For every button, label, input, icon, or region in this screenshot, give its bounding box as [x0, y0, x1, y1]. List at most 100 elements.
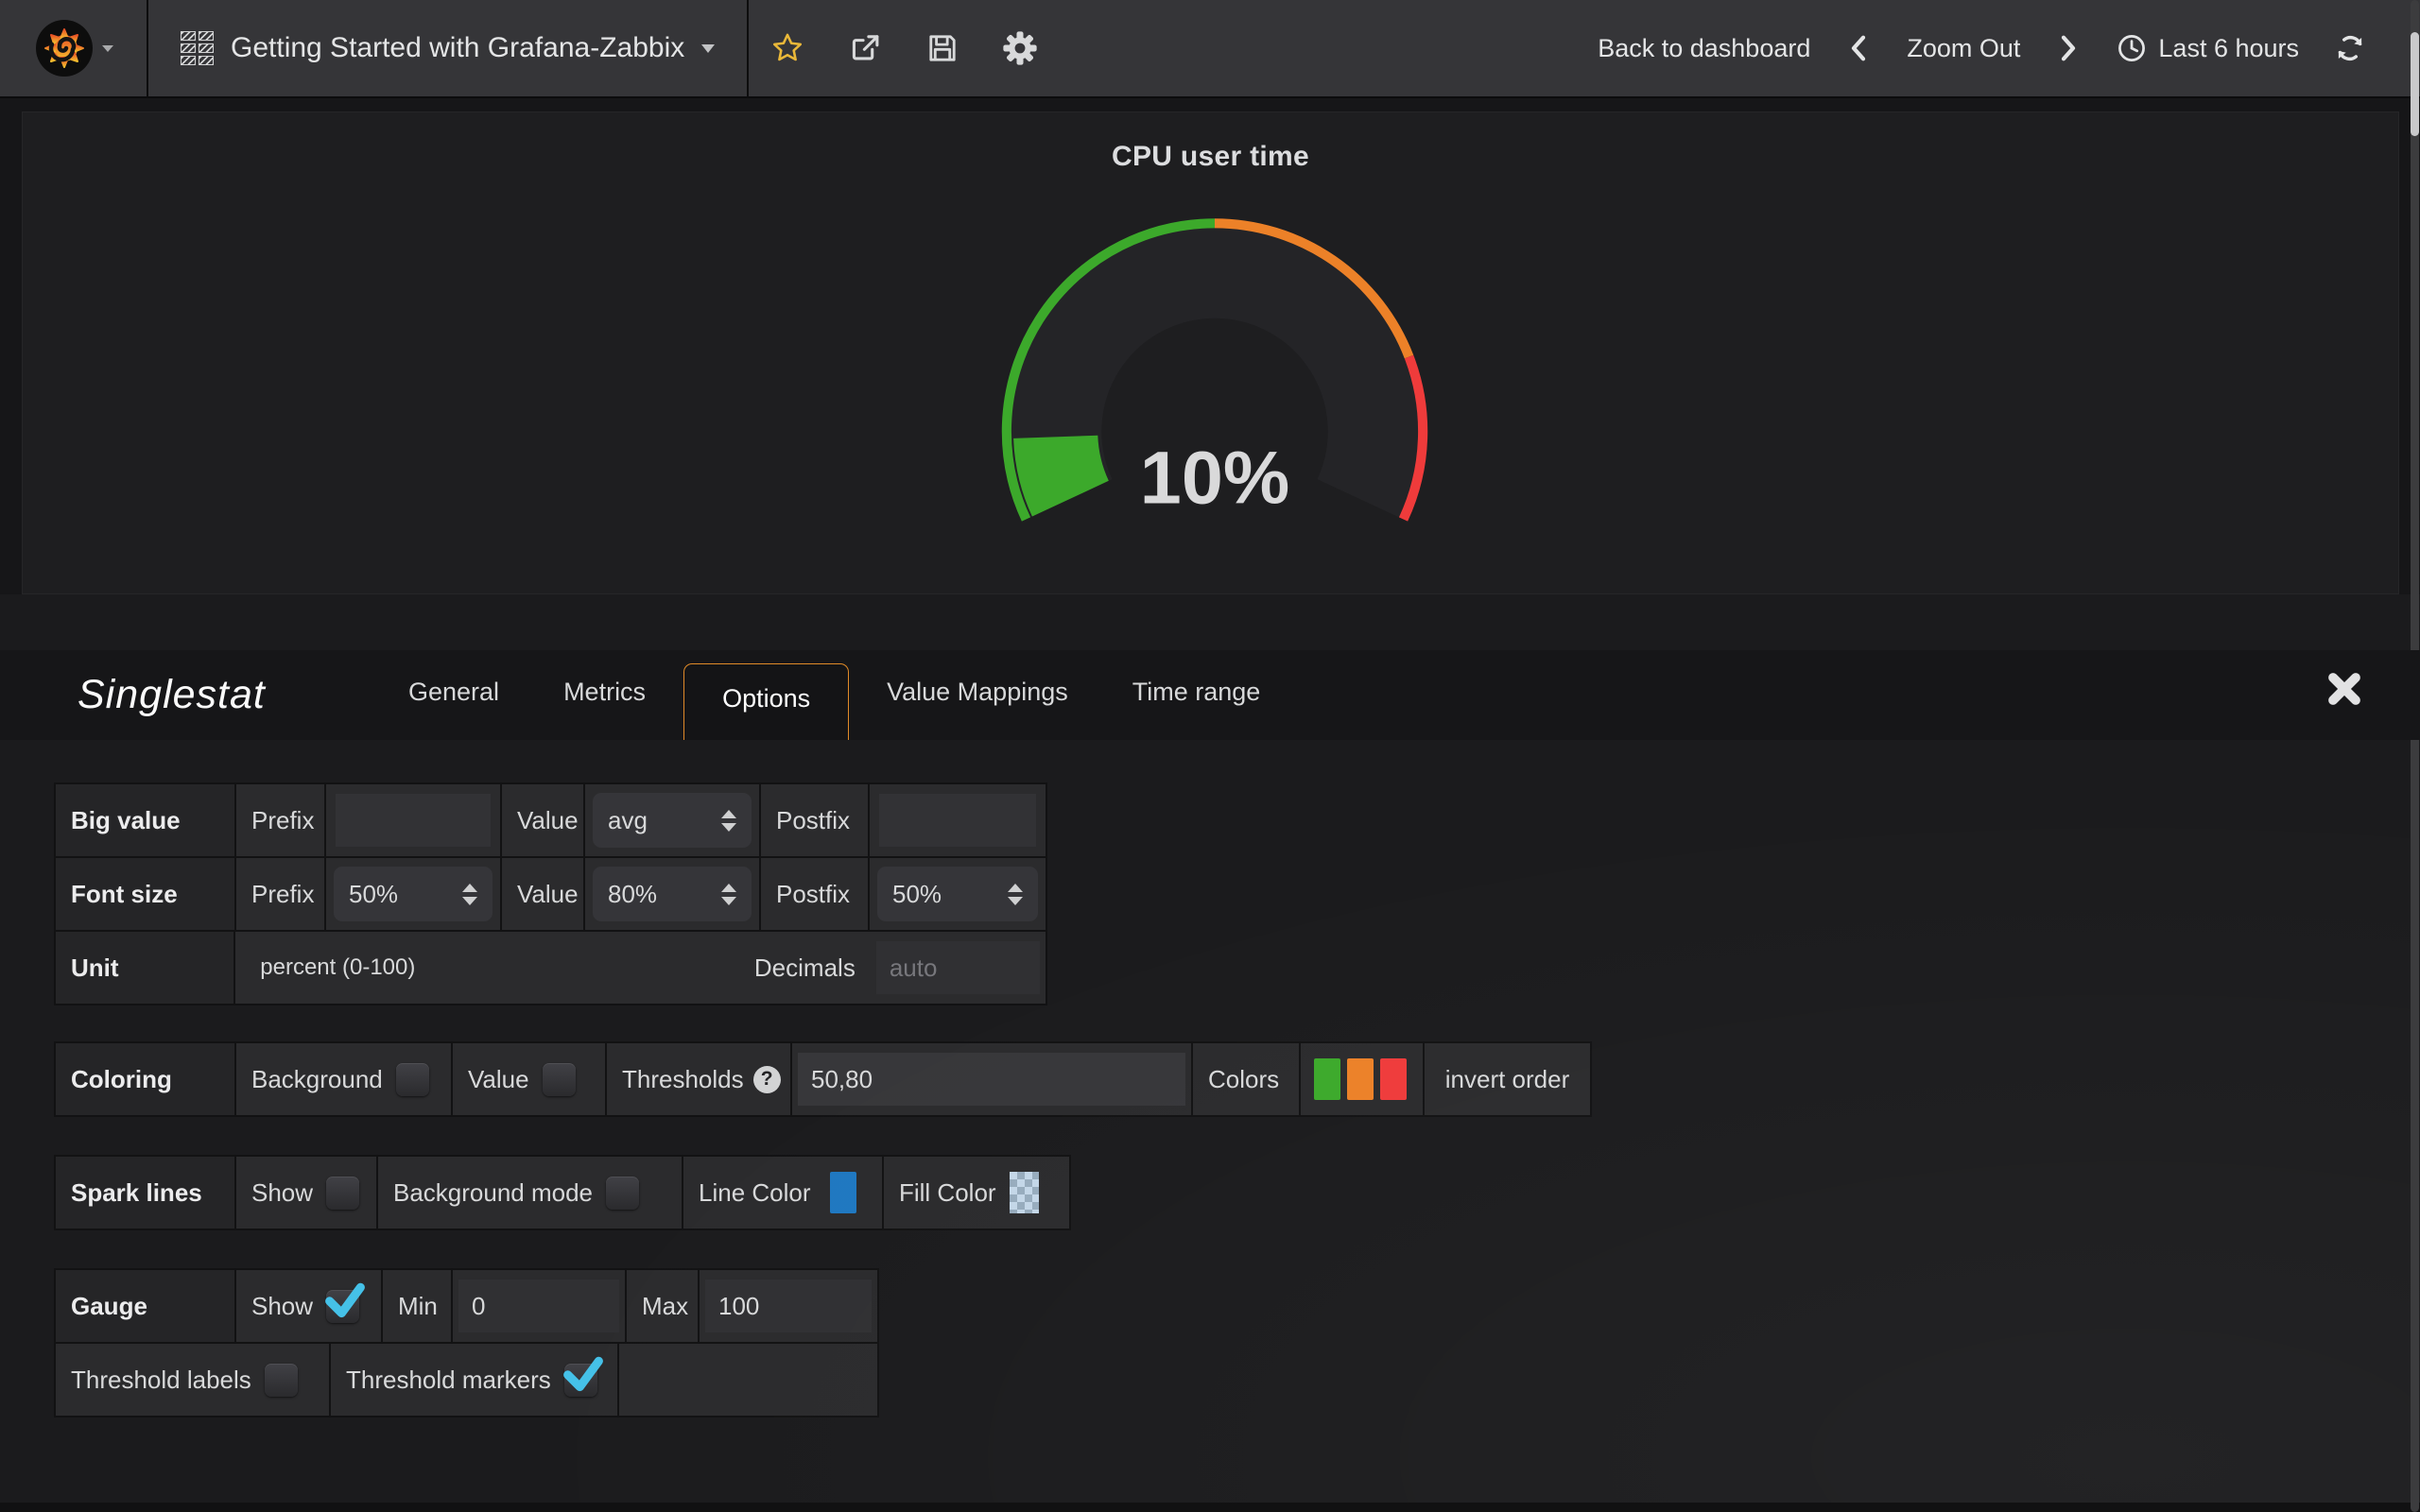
- time-picker-button[interactable]: Last 6 hours: [2105, 33, 2310, 63]
- check-icon: [324, 1280, 366, 1318]
- unit-picker-link[interactable]: percent (0-100): [260, 954, 415, 981]
- max-label: Max: [642, 1292, 688, 1321]
- refresh-button[interactable]: [2324, 33, 2377, 63]
- invert-order-link[interactable]: invert order: [1445, 1065, 1570, 1094]
- prefix-label: Prefix: [251, 806, 314, 835]
- prefix-fontsize-select[interactable]: 50%: [334, 867, 493, 921]
- tab-general[interactable]: General: [376, 650, 531, 740]
- big-value-row: Big value Prefix Value avg Postfix: [56, 784, 1046, 858]
- gauge-max-input[interactable]: [705, 1280, 872, 1332]
- settings-button[interactable]: [981, 0, 1059, 96]
- postfix-fontsize-select[interactable]: 50%: [877, 867, 1038, 921]
- font-size-row: Font size Prefix 50% Value 80% Postfix 5…: [56, 858, 1046, 932]
- fill-color-swatch[interactable]: [1010, 1172, 1039, 1213]
- close-editor-button[interactable]: [2327, 672, 2361, 706]
- thresholds-input[interactable]: [798, 1053, 1185, 1106]
- sparklines-show-checkbox[interactable]: [326, 1177, 359, 1210]
- panel-title[interactable]: CPU user time: [23, 141, 2398, 173]
- colors-label: Colors: [1208, 1065, 1279, 1094]
- value-stat-selected: avg: [608, 806, 648, 835]
- line-color-swatch[interactable]: [830, 1172, 856, 1213]
- close-icon: [2327, 672, 2361, 706]
- logo-dropdown-caret-icon: [102, 45, 113, 52]
- gear-icon: [1002, 30, 1038, 66]
- background-mode-label: Background mode: [393, 1178, 593, 1208]
- share-icon: [848, 31, 882, 65]
- coloring-table: Coloring Background Value Thresholds? Co…: [54, 1041, 1592, 1117]
- gauge-row: Gauge Show Min Max: [56, 1270, 877, 1344]
- time-range-label: Last 6 hours: [2158, 34, 2299, 63]
- threshold-color-3-swatch[interactable]: [1380, 1058, 1407, 1100]
- postfix-label: Postfix: [776, 880, 850, 909]
- sparklines-row: Spark lines Show Background mode Line Co…: [56, 1157, 1069, 1228]
- star-icon: [770, 31, 804, 65]
- value-options-table: Big value Prefix Value avg Postfix Font …: [54, 782, 1047, 1005]
- dashboard-title: Getting Started with Grafana-Zabbix: [231, 32, 684, 64]
- unit-row: Unit percent (0-100) Decimals: [56, 932, 1046, 1004]
- save-dashboard-button[interactable]: [904, 0, 981, 96]
- coloring-value-checkbox[interactable]: [543, 1063, 576, 1096]
- top-navbar: Getting Started with Grafana-Zabbix: [0, 0, 2420, 98]
- coloring-row: Coloring Background Value Thresholds? Co…: [56, 1043, 1590, 1115]
- grafana-logo-icon: [34, 18, 95, 78]
- navbar-right-controls: Back to dashboard Zoom Out Last 6 hours: [1586, 0, 2420, 96]
- clock-icon: [2117, 33, 2147, 63]
- time-shift-right-button[interactable]: [2045, 34, 2092, 62]
- panel-editor: Singlestat General Metrics Options Value…: [0, 594, 2420, 1503]
- tab-options[interactable]: Options: [683, 663, 849, 740]
- scrollbar-track[interactable]: [2411, 0, 2419, 1512]
- value-label: Value: [517, 806, 579, 835]
- tab-metrics[interactable]: Metrics: [531, 650, 678, 740]
- value-label: Value: [517, 880, 579, 909]
- thresholds-help-icon[interactable]: ?: [753, 1066, 781, 1093]
- gauge-show-checkbox[interactable]: [326, 1290, 359, 1323]
- title-dropdown-caret-icon: [701, 44, 715, 53]
- star-dashboard-button[interactable]: [749, 0, 826, 96]
- back-to-dashboard-button[interactable]: Back to dashboard: [1586, 34, 1822, 63]
- select-spinner-icon: [462, 884, 477, 905]
- select-spinner-icon: [721, 810, 736, 832]
- dashboard-title-menu[interactable]: Getting Started with Grafana-Zabbix: [148, 0, 749, 96]
- thresholds-label: Thresholds: [622, 1065, 744, 1094]
- select-spinner-icon: [721, 884, 736, 905]
- value-fontsize-select[interactable]: 80%: [593, 867, 752, 921]
- refresh-icon: [2335, 33, 2365, 63]
- font-size-label: Font size: [71, 880, 178, 909]
- zoom-out-button[interactable]: Zoom Out: [1895, 34, 2031, 63]
- time-shift-left-button[interactable]: [1835, 34, 1882, 62]
- tab-time-range[interactable]: Time range: [1100, 650, 1293, 740]
- background-mode-checkbox[interactable]: [606, 1177, 639, 1210]
- gauge-label: Gauge: [71, 1292, 147, 1321]
- singlestat-panel: CPU user time 10%: [22, 112, 2399, 594]
- coloring-background-checkbox[interactable]: [396, 1063, 429, 1096]
- coloring-label: Coloring: [71, 1065, 172, 1094]
- threshold-labels-checkbox[interactable]: [265, 1364, 298, 1397]
- editor-tabs: General Metrics Options Value Mappings T…: [376, 650, 1292, 740]
- prefix-label: Prefix: [251, 880, 314, 909]
- select-spinner-icon: [1008, 884, 1023, 905]
- threshold-markers-checkbox[interactable]: [564, 1364, 597, 1397]
- tab-value-mappings[interactable]: Value Mappings: [855, 650, 1100, 740]
- big-value-postfix-input[interactable]: [879, 794, 1036, 847]
- fill-color-label: Fill Color: [899, 1178, 996, 1208]
- chevron-right-icon: [2056, 34, 2081, 62]
- gauge-options-table: Gauge Show Min Max Threshold labels Thre…: [54, 1268, 879, 1418]
- line-color-label: Line Color: [699, 1178, 811, 1208]
- main-menu-button[interactable]: [0, 0, 148, 96]
- value-stat-select[interactable]: avg: [593, 793, 752, 848]
- sparklines-table: Spark lines Show Background mode Line Co…: [54, 1155, 1071, 1230]
- scrollbar-thumb[interactable]: [2411, 32, 2419, 136]
- threshold-markers-label: Threshold markers: [346, 1366, 551, 1395]
- postfix-label: Postfix: [776, 806, 850, 835]
- big-value-prefix-input[interactable]: [336, 794, 491, 847]
- decimals-input[interactable]: [876, 941, 1040, 994]
- gauge-min-input[interactable]: [458, 1280, 619, 1332]
- gauge-show-label: Show: [251, 1292, 313, 1321]
- coloring-value-label: Value: [468, 1065, 529, 1094]
- share-dashboard-button[interactable]: [826, 0, 904, 96]
- threshold-color-2-swatch[interactable]: [1347, 1058, 1374, 1100]
- threshold-color-1-swatch[interactable]: [1314, 1058, 1340, 1100]
- gauge-value-text: 10%: [1140, 436, 1289, 520]
- sparklines-label: Spark lines: [71, 1178, 202, 1208]
- threshold-options-row: Threshold labels Threshold markers: [56, 1344, 877, 1416]
